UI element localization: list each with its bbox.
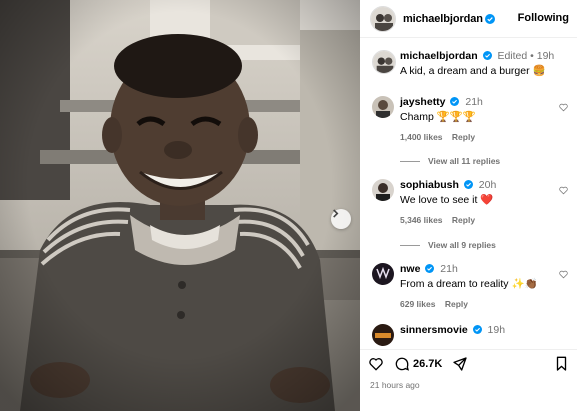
share-send-icon[interactable] <box>452 356 468 372</box>
commenter-avatar[interactable] <box>372 96 394 118</box>
comment-text: From a dream to reality ✨👏🏾 <box>400 278 538 290</box>
heart-icon[interactable] <box>559 270 568 279</box>
verified-badge-icon <box>450 97 460 106</box>
author-avatar[interactable] <box>370 5 396 32</box>
commenter-avatar-image <box>372 324 394 346</box>
caption-avatar-image <box>373 51 395 73</box>
comment-time: 21h <box>465 96 483 108</box>
caption-time: 19h <box>536 50 555 62</box>
comment-text: We love to see it ❤️ <box>400 194 494 206</box>
comment-likes[interactable]: 5,346 likes <box>400 215 443 225</box>
chevron-right-icon <box>333 209 339 218</box>
post-header: michaelbjordan Following <box>360 0 577 38</box>
caption-edited-label: Edited <box>497 50 528 62</box>
comment-reply-button[interactable]: Reply <box>452 215 475 225</box>
likes-count[interactable]: 26.7K <box>413 358 442 370</box>
comment-reply-button[interactable]: Reply <box>452 132 475 142</box>
caption-avatar[interactable] <box>372 50 396 74</box>
author-username[interactable]: michaelbjordan <box>403 13 483 25</box>
heart-icon[interactable] <box>559 186 568 195</box>
comment-username[interactable]: nwe <box>400 263 420 275</box>
commenter-avatar[interactable] <box>372 179 394 201</box>
comment-username[interactable]: sinnersmovie <box>400 324 468 336</box>
child-photo-illustration <box>0 0 360 411</box>
commenter-avatar[interactable] <box>372 263 394 285</box>
commenter-avatar-image <box>372 263 394 285</box>
comment-likes[interactable]: 629 likes <box>400 299 435 309</box>
verified-badge-icon <box>463 180 473 189</box>
verified-badge-icon <box>472 325 482 334</box>
post-details-panel: michaelbjordan Following michaelbjordan … <box>360 0 577 411</box>
comment-likes[interactable]: 1,400 likes <box>400 132 443 142</box>
view-replies-label: View all 11 replies <box>428 156 501 166</box>
carousel-next-button[interactable] <box>331 209 351 229</box>
bookmark-icon[interactable] <box>554 356 569 372</box>
comment-bubble-icon[interactable] <box>394 356 410 372</box>
commenter-avatar-image <box>372 179 394 201</box>
post-photo <box>0 0 360 411</box>
caption-username[interactable]: michaelbjordan <box>400 50 478 62</box>
view-replies-label: View all 9 replies <box>428 240 496 250</box>
caption-text: A kid, a dream and a burger 🍔 <box>400 65 546 77</box>
following-button[interactable]: Following <box>518 12 569 24</box>
commenter-avatar[interactable] <box>372 324 394 346</box>
author-avatar-image <box>371 6 395 31</box>
commenter-avatar-image <box>372 96 394 118</box>
verified-badge-icon <box>425 264 435 273</box>
view-replies-button[interactable]: View all 11 replies <box>400 156 500 166</box>
heart-icon[interactable] <box>559 103 568 112</box>
post-time-ago: 21 hours ago <box>370 380 420 390</box>
verified-badge-icon <box>484 13 495 24</box>
comment-username[interactable]: sophiabush <box>400 179 459 191</box>
comment-username[interactable]: jayshetty <box>400 96 446 108</box>
verified-badge-icon <box>482 51 492 60</box>
view-replies-button[interactable]: View all 9 replies <box>400 240 496 250</box>
comment-time: 19h <box>487 324 506 336</box>
comment-text: Champ 🏆🏆🏆 <box>400 111 476 123</box>
comment-time: 21h <box>440 263 458 275</box>
comment-reply-button[interactable]: Reply <box>445 299 468 309</box>
comment-time: 20h <box>478 179 497 191</box>
like-heart-icon[interactable] <box>368 356 384 372</box>
post-actions-footer: 26.7K 21 hours ago <box>360 349 577 411</box>
